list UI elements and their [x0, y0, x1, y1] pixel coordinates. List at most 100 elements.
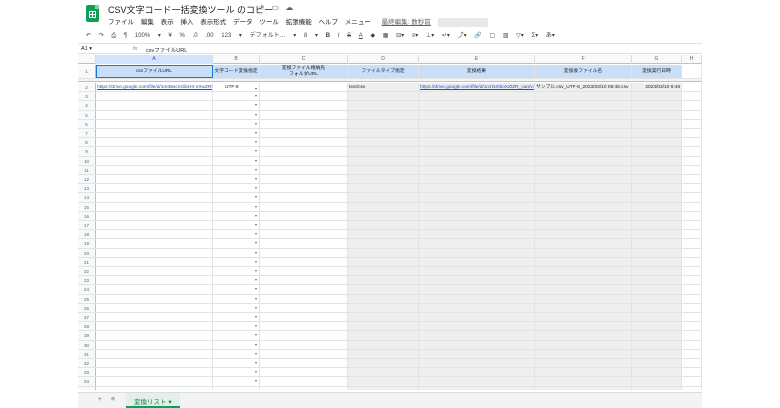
- cell-g[interactable]: [632, 239, 682, 248]
- cell-e[interactable]: [419, 110, 535, 119]
- cell-a[interactable]: [96, 211, 213, 220]
- strikethrough-icon[interactable]: S: [347, 33, 351, 39]
- row-header[interactable]: 35: [78, 386, 96, 390]
- cell-d[interactable]: [348, 92, 419, 101]
- cell-c[interactable]: [260, 267, 348, 276]
- cell-f[interactable]: [535, 285, 632, 294]
- cell-f[interactable]: [535, 156, 632, 165]
- cell-b-dropdown[interactable]: [213, 313, 260, 322]
- row-header[interactable]: 13: [78, 184, 96, 193]
- cell-b-dropdown[interactable]: [213, 340, 260, 349]
- cell-g[interactable]: [632, 193, 682, 202]
- cell-h[interactable]: [682, 377, 702, 386]
- cell-f[interactable]: [535, 221, 632, 230]
- cell-c[interactable]: [260, 202, 348, 211]
- menu-custom[interactable]: メニュー: [345, 19, 371, 26]
- cell-c[interactable]: [260, 175, 348, 184]
- cell-b-dropdown[interactable]: [213, 377, 260, 386]
- cell-e[interactable]: [419, 230, 535, 239]
- cell-e[interactable]: [419, 386, 535, 390]
- functions-icon[interactable]: Σ▾: [531, 32, 538, 39]
- cell-g[interactable]: [632, 211, 682, 220]
- cell-e[interactable]: [419, 303, 535, 312]
- insert-comment-icon[interactable]: ▢: [489, 32, 495, 39]
- cell-f[interactable]: [535, 267, 632, 276]
- cell-a[interactable]: [96, 331, 213, 340]
- cell-g[interactable]: [632, 340, 682, 349]
- menu-tools[interactable]: ツール: [259, 19, 279, 26]
- cell-b-dropdown[interactable]: [213, 349, 260, 358]
- cell-d[interactable]: [348, 276, 419, 285]
- cell-b-dropdown[interactable]: [213, 359, 260, 368]
- row-header[interactable]: 2: [78, 83, 96, 91]
- row-header[interactable]: 29: [78, 331, 96, 340]
- row-header[interactable]: 16: [78, 211, 96, 220]
- currency-button[interactable]: ¥: [169, 33, 172, 39]
- cloud-status-icon[interactable]: ☁: [285, 3, 293, 12]
- row-header[interactable]: 5: [78, 110, 96, 119]
- cell-d[interactable]: [348, 239, 419, 248]
- cell-a[interactable]: [96, 303, 213, 312]
- cell-b-dropdown[interactable]: [213, 285, 260, 294]
- cell-e[interactable]: [419, 129, 535, 138]
- cell-f[interactable]: [535, 101, 632, 110]
- cell-a[interactable]: [96, 368, 213, 377]
- cell-e[interactable]: [419, 147, 535, 156]
- menu-help[interactable]: ヘルプ: [319, 19, 339, 26]
- cell-a[interactable]: [96, 129, 213, 138]
- cell-c[interactable]: [260, 368, 348, 377]
- cell-b-dropdown[interactable]: [213, 303, 260, 312]
- row-header[interactable]: 10: [78, 156, 96, 165]
- cell-g[interactable]: [632, 175, 682, 184]
- cell-b-dropdown[interactable]: [213, 230, 260, 239]
- filter-icon[interactable]: ▽▾: [516, 32, 524, 39]
- cell-c[interactable]: [260, 193, 348, 202]
- cell-b-dropdown[interactable]: [213, 221, 260, 230]
- cell-b-dropdown[interactable]: [213, 138, 260, 147]
- cell-f[interactable]: [535, 340, 632, 349]
- cell-b-dropdown[interactable]: [213, 248, 260, 257]
- cell-c1[interactable]: 変換ファイル格納先 フォルダURL: [260, 65, 348, 78]
- cell-d[interactable]: [348, 119, 419, 128]
- column-header-g[interactable]: G: [632, 55, 682, 64]
- cell-b-dropdown[interactable]: [213, 147, 260, 156]
- cell-b-dropdown[interactable]: [213, 322, 260, 331]
- cell-d[interactable]: [348, 110, 419, 119]
- cell-d[interactable]: [348, 129, 419, 138]
- cell-g1[interactable]: 変換実行日時: [632, 65, 682, 78]
- cell-d[interactable]: [348, 257, 419, 266]
- cell-c[interactable]: [260, 129, 348, 138]
- cell-b-dropdown[interactable]: [213, 193, 260, 202]
- cell-h[interactable]: [682, 156, 702, 165]
- cell-f[interactable]: [535, 110, 632, 119]
- cell-b-dropdown[interactable]: [213, 294, 260, 303]
- cell-g[interactable]: [632, 248, 682, 257]
- cell-d[interactable]: [348, 359, 419, 368]
- document-title[interactable]: CSV文字コード一括変換ツール のコピー: [108, 3, 273, 16]
- cell-c[interactable]: [260, 248, 348, 257]
- cell-f[interactable]: [535, 248, 632, 257]
- cell-f[interactable]: [535, 193, 632, 202]
- cell-h[interactable]: [682, 175, 702, 184]
- cell-c[interactable]: [260, 239, 348, 248]
- cell-g[interactable]: [632, 377, 682, 386]
- cell-d[interactable]: [348, 313, 419, 322]
- cell-d[interactable]: [348, 267, 419, 276]
- cell-f[interactable]: [535, 313, 632, 322]
- cell-c[interactable]: [260, 276, 348, 285]
- cell-h[interactable]: [682, 147, 702, 156]
- cell-e[interactable]: [419, 267, 535, 276]
- cell-d[interactable]: [348, 340, 419, 349]
- cell-a[interactable]: [96, 184, 213, 193]
- column-header-a[interactable]: A: [96, 55, 213, 64]
- cell-h[interactable]: [682, 294, 702, 303]
- cell-h[interactable]: [682, 285, 702, 294]
- cell-d[interactable]: [348, 331, 419, 340]
- cell-g[interactable]: [632, 313, 682, 322]
- cell-f[interactable]: [535, 386, 632, 390]
- cell-f[interactable]: [535, 276, 632, 285]
- cell-a[interactable]: [96, 294, 213, 303]
- cell-a2[interactable]: https://drive.google.com/file/d/1mIBwcnG…: [96, 83, 213, 91]
- cell-f[interactable]: [535, 138, 632, 147]
- cell-g[interactable]: [632, 359, 682, 368]
